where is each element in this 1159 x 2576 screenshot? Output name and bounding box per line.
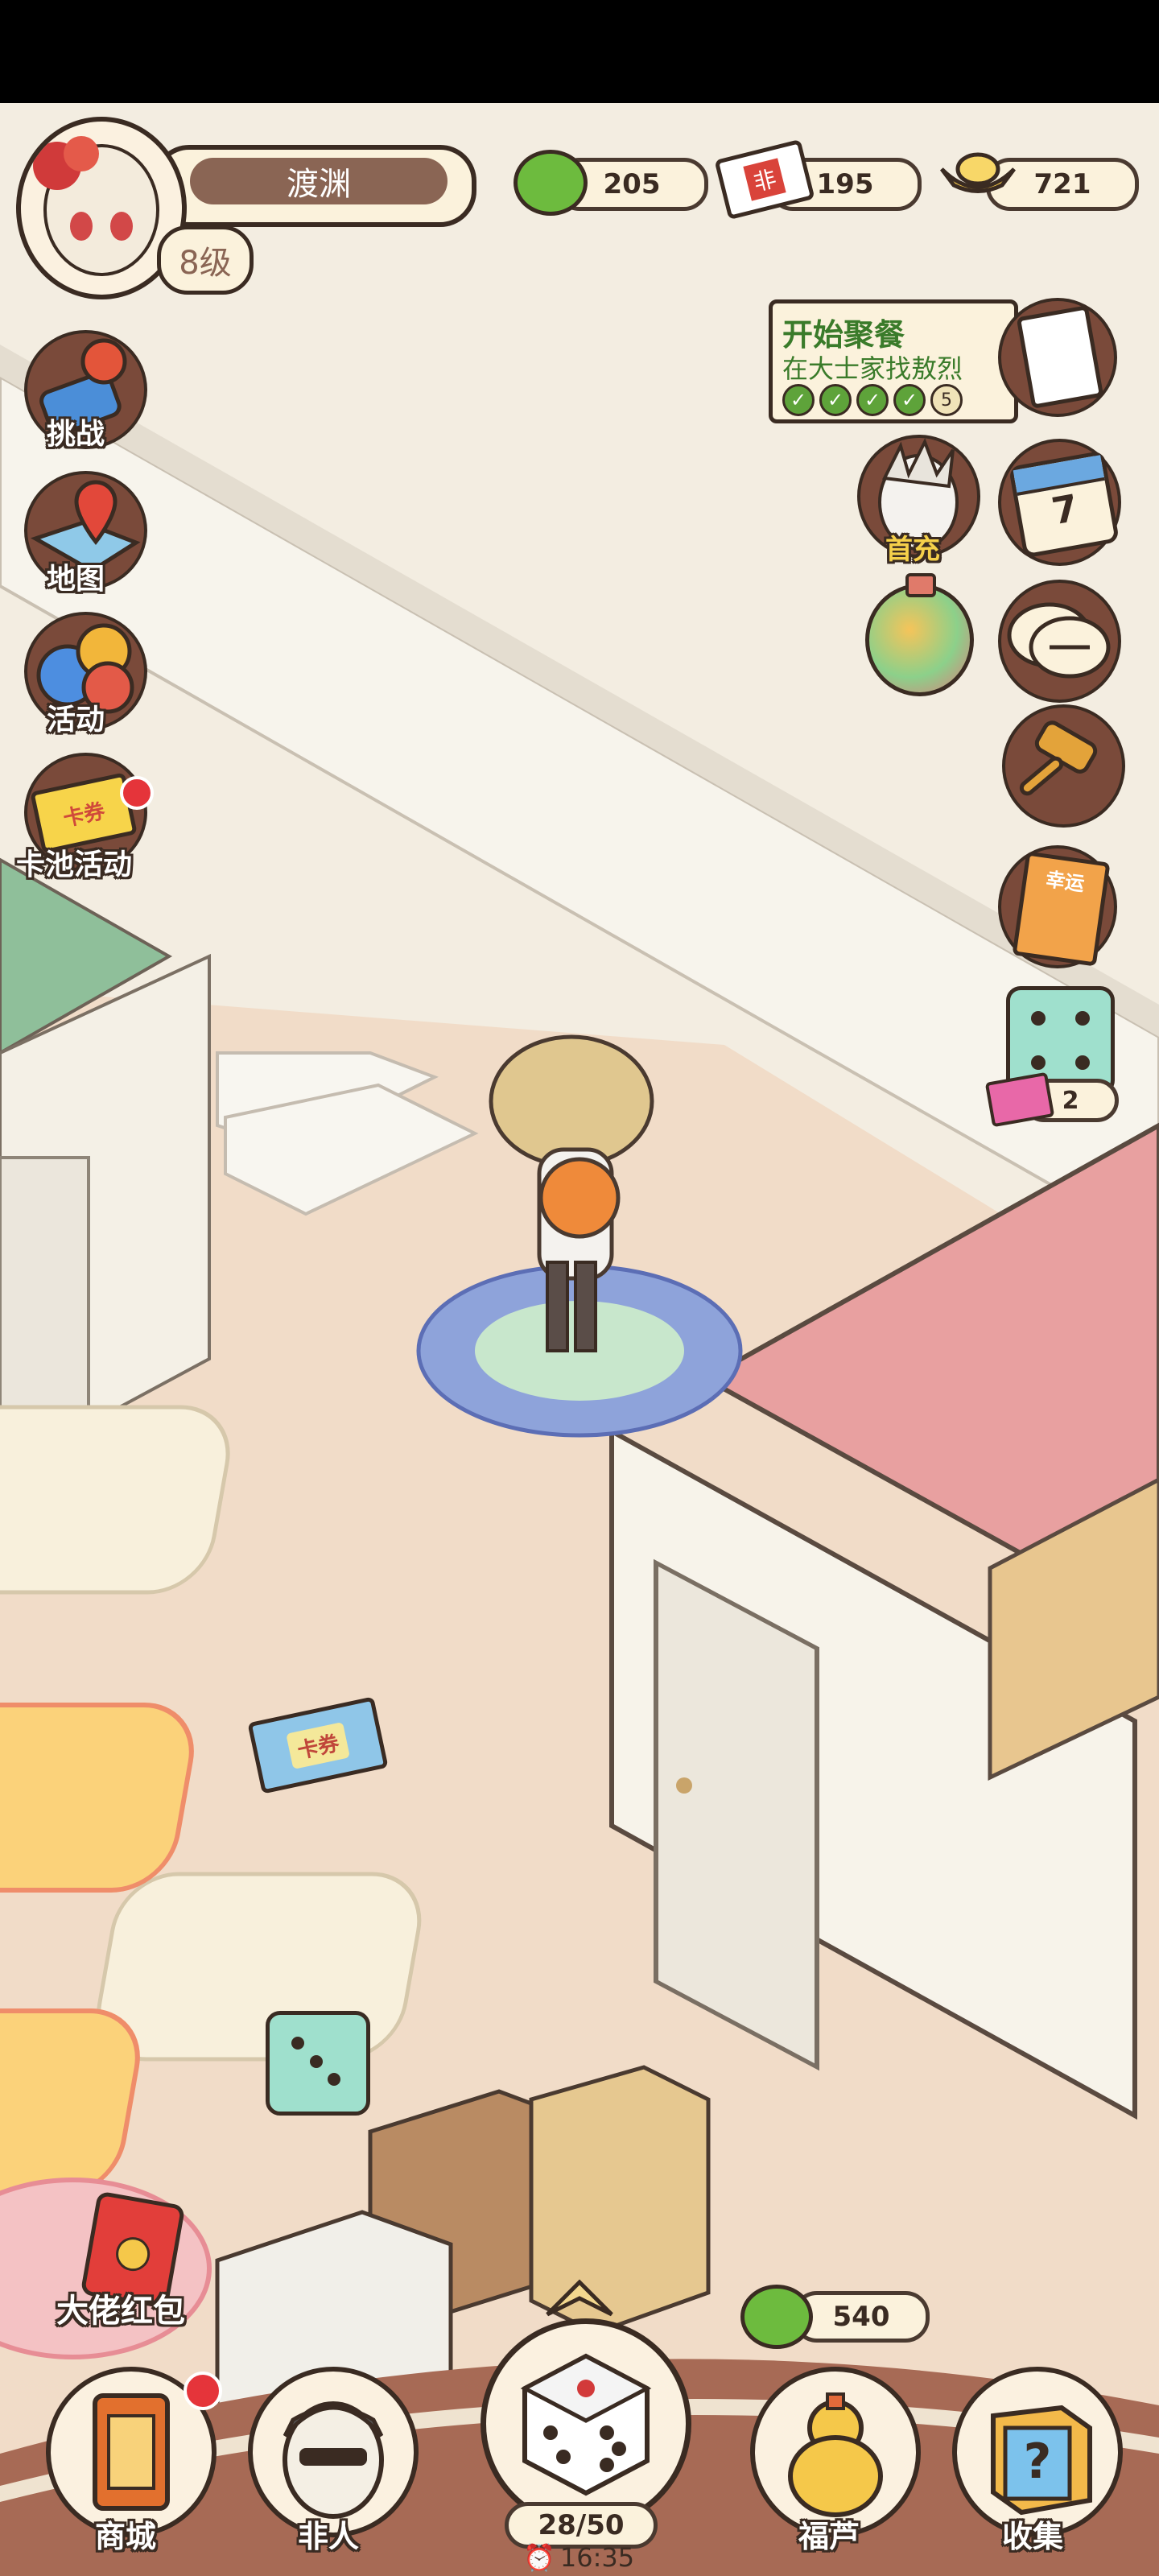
alarm-clock-icon: ⏰	[523, 2542, 555, 2573]
board-ticket-text: 卡券	[286, 1721, 350, 1769]
player-character[interactable]	[483, 1029, 660, 1375]
check-icon: ✓	[893, 384, 926, 416]
dice-refill-timer: ⏰ 16:35	[523, 2542, 634, 2573]
roll-dice-button[interactable]	[481, 2318, 691, 2529]
gold-value: 721	[1033, 168, 1091, 200]
board-dice-item[interactable]	[266, 2011, 370, 2116]
orb-cap-icon	[905, 573, 936, 597]
mystery-box-icon: ?	[991, 2405, 1092, 2516]
map-label: 地图	[47, 563, 105, 596]
green-swirl-coin-icon	[740, 2285, 813, 2349]
notification-dot	[120, 776, 154, 810]
gacha-orb-button[interactable]	[865, 573, 974, 696]
quest-subtitle: 在大士家找敖烈	[782, 353, 963, 384]
dice-counter-value: 28/50	[538, 2509, 625, 2541]
quest-progress: ✓ ✓ ✓ ✓ 5	[782, 384, 963, 416]
right-door	[654, 1558, 819, 2071]
shop-label: 商城	[95, 2519, 157, 2554]
dice-icon	[291, 2037, 340, 2086]
check-icon: ✓	[856, 384, 889, 416]
card-pool-label: 卡池活动	[16, 848, 133, 881]
lucky-card-button[interactable]: 幸运	[998, 845, 1117, 968]
dice-icon	[520, 2353, 652, 2496]
status-bar	[0, 0, 1159, 103]
first-recharge-label: 首充	[885, 534, 940, 566]
collection-label: 收集	[1002, 2519, 1064, 2554]
quest-title: 开始聚餐	[782, 317, 905, 353]
name-plate[interactable]: 渡渊	[153, 145, 476, 227]
gavel-icon	[1019, 720, 1098, 796]
player-level: 8级	[157, 225, 254, 295]
auction-button[interactable]	[1002, 704, 1125, 828]
quest-clipboard-button[interactable]	[998, 298, 1117, 417]
player-name: 渡渊	[190, 158, 448, 204]
gold-ingot-icon	[938, 145, 1018, 201]
coins-value: 205	[603, 168, 661, 200]
tickets-value: 195	[816, 168, 874, 200]
quest-progress-number: 5	[930, 384, 963, 416]
lucky-card-text: 幸运	[1044, 868, 1086, 896]
character-sprite	[489, 1034, 654, 1352]
dice-count-value: 2	[1062, 1086, 1079, 1115]
quest-panel[interactable]: 开始聚餐 在大士家找敖烈 ✓ ✓ ✓ ✓ 5	[769, 299, 1018, 423]
character-icon	[283, 2401, 384, 2519]
check-icon: ✓	[782, 384, 815, 416]
gourd-label: 福芦	[798, 2519, 860, 2554]
chat-bubble-icon	[1007, 602, 1111, 679]
svg-text:?: ?	[1024, 2434, 1052, 2490]
bottom-coin-value: 540	[832, 2301, 890, 2333]
ticket-icon-text: 非	[743, 158, 786, 201]
notification-dot	[184, 2372, 222, 2410]
challenge-label: 挑战	[47, 418, 105, 451]
chat-button[interactable]	[998, 580, 1121, 703]
bottom-coin-display: 540	[793, 2291, 930, 2343]
check-icon: ✓	[819, 384, 852, 416]
red-packet-label: 大佬红包	[56, 2293, 185, 2330]
lucky-card-icon: 幸运	[1012, 851, 1111, 967]
calendar-icon: 7	[1008, 450, 1120, 559]
gourd-icon	[788, 2392, 883, 2517]
green-swirl-coin-icon	[514, 150, 588, 216]
chevron-up-icon	[546, 2279, 613, 2317]
card-ticket-icon-text: 卡券	[60, 799, 108, 832]
clipboard-icon	[1016, 305, 1104, 409]
event-label: 活动	[47, 704, 105, 737]
characters-label: 非人	[298, 2519, 360, 2554]
calendar-button[interactable]: 7	[998, 439, 1121, 566]
dice-timer-value: 16:35	[559, 2542, 635, 2573]
